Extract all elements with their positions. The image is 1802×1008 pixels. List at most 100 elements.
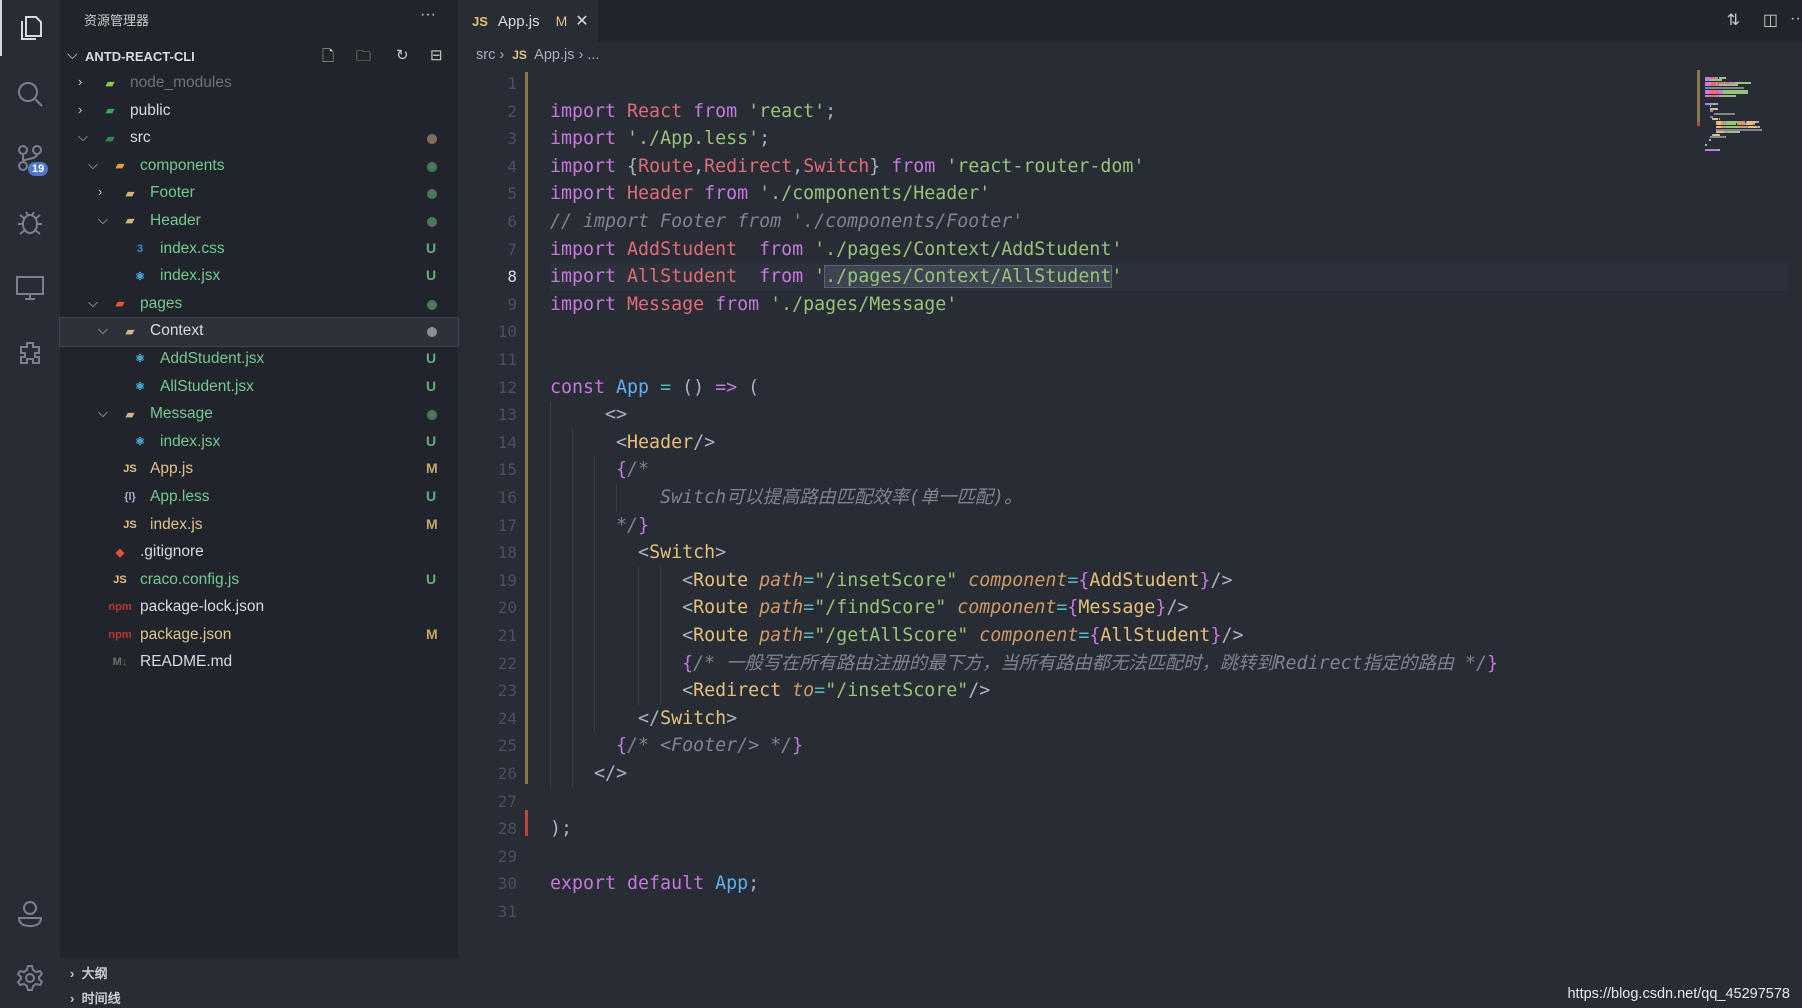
code-token: Switch <box>660 707 727 729</box>
new-folder-icon[interactable]: 🗀 <box>356 46 371 71</box>
code-token: ( <box>748 376 760 398</box>
close-icon[interactable]: ✕ <box>575 11 588 31</box>
code-token: /> <box>1166 597 1189 619</box>
chevron-down-icon[interactable]: ⌵ <box>98 212 108 228</box>
files-icon[interactable] <box>0 0 60 56</box>
file-item[interactable]: JS index.js M <box>60 512 458 540</box>
line-number: 31 <box>497 902 517 921</box>
debug-icon[interactable] <box>0 194 60 250</box>
breadcrumb-file[interactable]: App.js <box>534 47 574 63</box>
code-line: <Route path="/insetScore" component={Add… <box>550 567 1232 595</box>
code-token: export <box>550 873 628 895</box>
file-item[interactable]: ⚛ index.jsx U <box>60 263 458 291</box>
code-token: } <box>1210 625 1222 646</box>
code-token: App <box>616 376 661 398</box>
folder-item[interactable]: ⌵ ▰ components <box>60 153 458 181</box>
folder-item[interactable]: ⌵ ▰ pages <box>60 291 458 319</box>
source-control-icon[interactable]: 19 <box>0 130 60 186</box>
code-token: './pages/Message' <box>770 293 958 315</box>
code-token: { <box>627 155 639 177</box>
minimap-token <box>1738 131 1741 134</box>
folder-item[interactable]: ⌵ ▰ Header <box>60 208 458 236</box>
chevron-down-icon[interactable]: ⌵ <box>88 157 98 173</box>
file-item[interactable]: ⚛ AllStudent.jsx U <box>60 374 458 402</box>
settings-gear-icon[interactable] <box>0 950 60 1006</box>
code-token: /* <box>627 459 650 481</box>
code-token: import <box>550 266 628 288</box>
file-item[interactable]: npm package.json M <box>60 622 458 650</box>
npm-icon: npm <box>108 628 132 641</box>
line-number: 23 <box>497 681 517 701</box>
account-icon[interactable] <box>0 886 60 942</box>
minimap-token <box>1724 136 1726 139</box>
file-item[interactable]: M↓ README.md <box>60 649 458 677</box>
code-token: path <box>759 597 804 619</box>
folder-item[interactable]: ⌵ ▰ Message <box>60 401 458 429</box>
chevron-down-icon[interactable]: ⌵ <box>98 405 108 421</box>
code-token: < <box>550 431 628 453</box>
more-actions-button[interactable]: ··· <box>420 6 436 24</box>
folder-icon: ▰ <box>125 187 135 200</box>
activity-bar: 19 <box>0 0 60 1008</box>
search-icon[interactable] <box>0 66 60 122</box>
refresh-icon[interactable]: ↻ <box>396 46 409 64</box>
chevron-right-icon[interactable]: › <box>78 102 82 117</box>
timeline-panel[interactable]: › 时间线 <box>60 983 458 1008</box>
pages-folder-icon: ▰ <box>115 298 125 311</box>
file-item[interactable]: ⚛ index.jsx U <box>60 429 458 457</box>
extensions-icon[interactable] <box>0 326 60 382</box>
code-token: } <box>638 514 650 536</box>
code-token: , <box>792 155 804 177</box>
code-token: = <box>803 569 815 591</box>
bottom-panels: › 大纲 › 时间线 <box>60 958 458 1008</box>
file-item[interactable]: ◆ .gitignore <box>60 539 458 567</box>
tab-app-js[interactable]: JS App.js M ✕ <box>458 0 598 42</box>
js-icon: JS <box>123 463 137 476</box>
file-item[interactable]: {l} App.less U <box>60 484 458 512</box>
split-editor-icon[interactable]: ◫ <box>1763 10 1778 30</box>
code-token: ' <box>814 266 826 288</box>
code-token: "/findScore" <box>814 597 958 619</box>
folder-item[interactable]: › ▰ Footer <box>60 180 458 208</box>
remote-explorer-icon[interactable] <box>0 260 60 316</box>
folder-item[interactable]: › ▰ public <box>60 98 458 126</box>
new-file-icon[interactable]: 🗋 <box>322 46 334 71</box>
chevron-right-icon[interactable]: › <box>98 184 102 199</box>
code-line: const App = () => ( <box>550 374 759 402</box>
more-actions-icon[interactable]: ··· <box>1790 10 1802 28</box>
code-token: Message <box>1078 597 1156 619</box>
file-item[interactable]: ⚛ AddStudent.jsx U <box>60 346 458 374</box>
outline-panel[interactable]: › 大纲 <box>60 958 458 983</box>
folder-item[interactable]: › ▰ node_modules <box>60 70 458 98</box>
code-token: > <box>715 542 727 564</box>
folder-item[interactable]: ⌵ ▰ Context <box>59 317 459 347</box>
open-changes-icon[interactable]: ⇅ <box>1727 10 1740 30</box>
file-item[interactable]: JS App.js M <box>60 456 458 484</box>
indent-guide <box>638 566 639 705</box>
code-editor[interactable]: 1 2 import React from 'react'; 3 import './A… <box>458 70 1802 1008</box>
file-item[interactable]: 3 index.css U <box>60 236 458 264</box>
minimap-token <box>1714 113 1735 115</box>
chevron-down-icon[interactable]: ⌵ <box>98 322 108 338</box>
code-token: < <box>550 542 650 564</box>
timeline-label: 时间线 <box>81 991 121 1006</box>
js-icon: JS <box>113 573 127 586</box>
file-item[interactable]: JS craco.config.js U <box>60 567 458 595</box>
minimap-token <box>1711 136 1725 139</box>
breadcrumb-symbols[interactable]: ... <box>587 47 599 63</box>
breadcrumb-folder[interactable]: src <box>476 47 495 63</box>
minimap[interactable] <box>1697 70 1802 160</box>
project-header[interactable]: ⌵ ANTD-REACT-CLI 🗋 🗀 ↻ ⊟ <box>60 44 458 68</box>
chevron-down-icon[interactable]: ⌵ <box>78 129 88 145</box>
chevron-down-icon[interactable]: ⌵ <box>88 295 98 311</box>
collapse-all-icon[interactable]: ⊟ <box>430 46 443 64</box>
file-item[interactable]: npm package-lock.json <box>60 594 458 622</box>
git-status-badge: M <box>426 515 438 532</box>
code-token: = <box>803 597 815 619</box>
code-token: = <box>814 680 826 702</box>
code-token: Message <box>627 293 716 315</box>
code-token: = <box>1056 597 1068 619</box>
code-token: } <box>1487 652 1499 674</box>
folder-item[interactable]: ⌵ ▰ src <box>60 125 458 153</box>
chevron-right-icon[interactable]: › <box>78 74 82 89</box>
